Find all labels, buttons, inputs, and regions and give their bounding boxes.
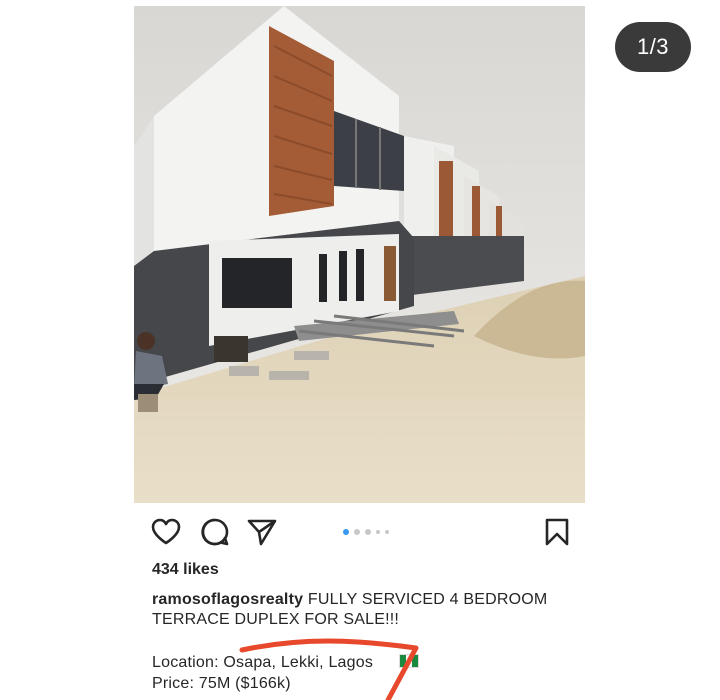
heart-icon[interactable] xyxy=(150,516,182,548)
likes-count[interactable]: 434 likes xyxy=(152,561,219,579)
bookmark-icon[interactable] xyxy=(541,516,573,548)
send-icon[interactable] xyxy=(246,516,278,548)
price-line: Price: 75M ($166k) xyxy=(152,675,291,692)
carousel-dot-2 xyxy=(354,529,360,535)
carousel-dot-1 xyxy=(343,529,349,535)
carousel-dot-5 xyxy=(385,530,389,534)
location-text: Location: Osapa, Lekki, Lagos xyxy=(152,654,374,671)
carousel-dot-3 xyxy=(365,529,371,535)
listing-details: Location: Osapa, Lekki, Lagos Price: 75M… xyxy=(152,652,572,694)
caption-username[interactable]: ramosoflagosrealty xyxy=(152,591,303,608)
comment-icon[interactable] xyxy=(199,516,231,548)
post-photo[interactable] xyxy=(134,6,585,503)
duplex-photo-graphic xyxy=(134,6,585,503)
carousel-dot-4 xyxy=(376,530,380,534)
location-line: Location: Osapa, Lekki, Lagos xyxy=(152,652,572,673)
nigeria-flag-icon xyxy=(399,653,420,668)
carousel-indicator xyxy=(343,529,389,535)
post-caption: ramosoflagosrealty FULLY SERVICED 4 BEDR… xyxy=(152,590,572,630)
carousel-counter: 1/3 xyxy=(615,22,691,72)
